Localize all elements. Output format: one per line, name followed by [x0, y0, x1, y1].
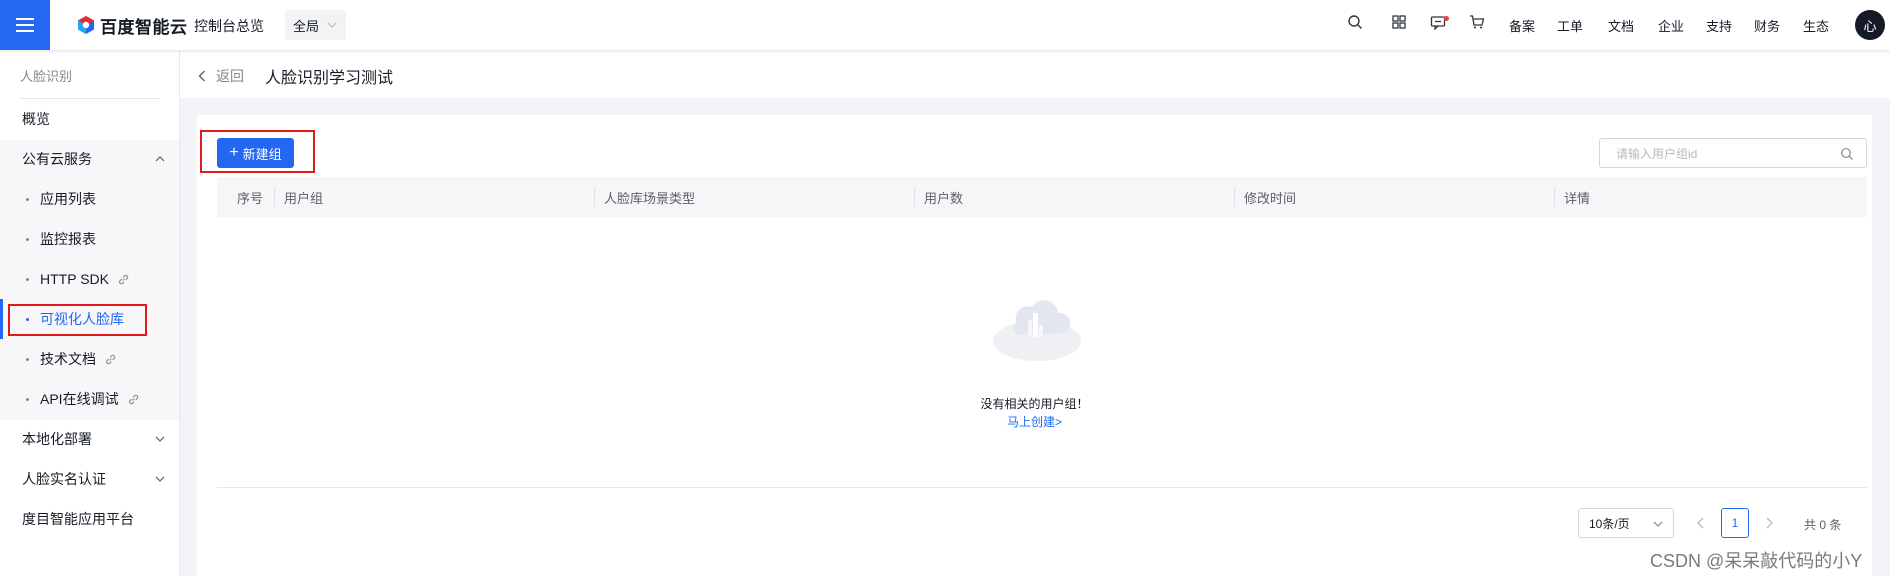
nav-ecosystem[interactable]: 生态	[1803, 16, 1829, 35]
nav-ticket[interactable]: 工单	[1557, 16, 1583, 35]
logo-text: 百度智能云	[100, 17, 188, 37]
column-header-details: 详情	[1564, 190, 1591, 206]
search-icon[interactable]	[1840, 147, 1854, 161]
page-size-select[interactable]: 10条/页	[1578, 508, 1674, 538]
sidebar-item-label: 人脸实名认证	[22, 471, 106, 487]
sidebar-item-realname[interactable]: 人脸实名认证	[0, 459, 179, 499]
sidebar-item-app-list[interactable]: 应用列表	[0, 179, 179, 219]
empty-state-text: 没有相关的用户组！	[980, 397, 1089, 411]
external-link-icon	[128, 394, 138, 404]
column-header-index: 序号	[237, 190, 264, 206]
sidebar-item-label: 监控报表	[40, 231, 96, 247]
column-divider	[274, 187, 275, 207]
create-now-label[interactable]: 马上创建>	[1007, 415, 1062, 429]
sidebar-title: 人脸识别	[20, 69, 73, 84]
back-label: 返回	[216, 68, 244, 84]
console-overview-link[interactable]: 控制台总览	[194, 16, 264, 36]
chevron-left-icon	[198, 70, 205, 82]
column-divider	[1234, 187, 1235, 207]
cart-icon[interactable]	[1469, 14, 1485, 30]
table-header: 序号 用户组 人脸库场景类型 用户数 修改时间 详情	[217, 177, 1867, 217]
chevron-down-icon	[155, 436, 165, 442]
sidebar-item-public-cloud[interactable]: 公有云服务	[0, 139, 179, 179]
external-link-icon	[106, 354, 116, 364]
chevron-down-icon	[155, 476, 165, 482]
highlight-box-sidebar	[8, 304, 147, 336]
sidebar-item-api-debug[interactable]: API在线调试	[0, 379, 179, 419]
region-label: 全局	[293, 18, 320, 34]
nav-finance[interactable]: 财务	[1754, 16, 1780, 35]
menu-toggle-button[interactable]	[0, 0, 50, 50]
page-header: 返回 人脸识别学习测试	[180, 50, 1890, 98]
notification-dot	[1444, 16, 1449, 21]
bullet-icon	[26, 198, 29, 201]
watermark: CSDN @呆呆敲代码的小Y	[1650, 551, 1863, 571]
apps-icon[interactable]	[1391, 14, 1407, 30]
column-divider	[1554, 187, 1555, 207]
sidebar-item-local-deploy[interactable]: 本地化部署	[0, 419, 179, 459]
logo[interactable]: 百度智能云	[76, 14, 188, 37]
search-placeholder: 请输入用户组id	[1616, 146, 1698, 161]
next-page-icon[interactable]	[1763, 516, 1775, 530]
column-header-group: 用户组	[284, 190, 324, 206]
total-count: 共 0 条	[1804, 518, 1842, 532]
search-icon[interactable]	[1347, 14, 1363, 30]
chevron-up-icon	[155, 156, 165, 162]
user-avatar[interactable]: 心	[1855, 10, 1885, 40]
prev-page-icon[interactable]	[1695, 516, 1707, 530]
sidebar-item-tech-docs[interactable]: 技术文档	[0, 339, 179, 379]
baidu-cloud-logo-icon	[78, 16, 94, 34]
sidebar-item-label: 应用列表	[40, 191, 96, 207]
column-divider	[594, 187, 595, 207]
page-number-button[interactable]: 1	[1721, 508, 1749, 538]
chevron-down-icon	[327, 22, 337, 28]
page-title: 人脸识别学习测试	[265, 70, 394, 87]
page-size-label: 10条/页	[1589, 516, 1630, 531]
bullet-icon	[26, 358, 29, 361]
main-card: + 新建组 请输入用户组id 序号 用户组 人脸库场景类型 用户数 修改时间 详…	[197, 115, 1872, 576]
sidebar-item-monitor[interactable]: 监控报表	[0, 219, 179, 259]
hamburger-icon	[16, 18, 34, 32]
external-link-icon	[119, 274, 129, 284]
nav-beian[interactable]: 备案	[1509, 16, 1535, 35]
active-indicator	[0, 299, 3, 339]
table-bottom-divider	[217, 487, 1867, 488]
sidebar-item-label: 概览	[22, 111, 50, 127]
bullet-icon	[26, 398, 29, 401]
sidebar-item-http-sdk[interactable]: HTTP SDK	[0, 259, 179, 299]
chevron-down-icon	[1653, 521, 1663, 527]
region-select[interactable]: 全局	[285, 10, 346, 40]
bullet-icon	[26, 278, 29, 281]
column-header-scene-type: 人脸库场景类型	[604, 190, 696, 206]
column-header-modified-time: 修改时间	[1244, 190, 1297, 206]
nav-enterprise[interactable]: 企业	[1658, 16, 1684, 35]
column-header-user-count: 用户数	[924, 190, 964, 206]
nav-support[interactable]: 支持	[1706, 16, 1732, 35]
sidebar-item-overview[interactable]: 概览	[0, 99, 179, 139]
sidebar-item-platform[interactable]: 度目智能应用平台	[0, 499, 179, 539]
sidebar-item-label: 公有云服务	[22, 151, 92, 167]
back-button[interactable]: 返回	[198, 66, 244, 86]
top-bar: 百度智能云 控制台总览 全局 备案 工单 文档 企业 支持 财务 生态 心	[0, 0, 1890, 50]
column-divider	[914, 187, 915, 207]
create-now-link[interactable]: 马上创建>	[197, 413, 1872, 430]
bullet-icon	[26, 238, 29, 241]
sidebar-item-label: 技术文档	[40, 351, 96, 367]
group-id-search-input[interactable]: 请输入用户组id	[1599, 138, 1867, 168]
sidebar-item-label: 本地化部署	[22, 431, 92, 447]
highlight-box-new-group	[200, 130, 315, 173]
sidebar-item-label: HTTP SDK	[40, 271, 109, 287]
nav-docs[interactable]: 文档	[1608, 16, 1634, 35]
sidebar-item-label: API在线调试	[40, 391, 119, 407]
empty-cloud-icon	[993, 300, 1081, 361]
sidebar-item-label: 度目智能应用平台	[22, 511, 134, 527]
